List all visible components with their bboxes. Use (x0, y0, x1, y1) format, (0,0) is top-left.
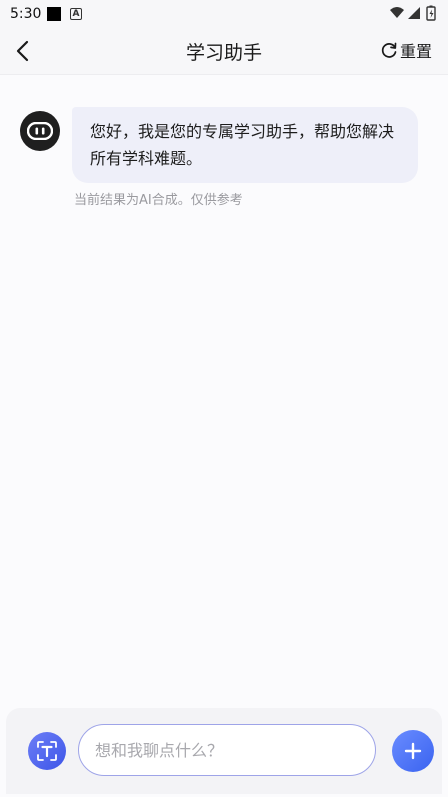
robot-face-icon (27, 122, 53, 140)
input-bar (6, 708, 442, 794)
add-button[interactable] (392, 730, 434, 772)
status-bar: 5:30 A (0, 0, 448, 28)
assistant-avatar (20, 111, 60, 151)
status-time: 5:30 (10, 6, 42, 22)
plus-icon (404, 742, 422, 760)
chat-input[interactable] (78, 724, 376, 776)
ai-disclaimer: 当前结果为AI合成。仅供参考 (74, 193, 243, 208)
notification-square-icon (47, 7, 61, 21)
reset-label: 重置 (399, 42, 432, 61)
refresh-icon (381, 42, 397, 58)
app-header: 学习助手 重置 (0, 28, 448, 75)
status-indicators (388, 4, 440, 24)
notification-a-icon: A (70, 8, 82, 20)
text-scan-icon (37, 741, 57, 761)
signal-icon (408, 7, 420, 19)
reset-button[interactable]: 重置 (380, 38, 432, 62)
status-icons (390, 5, 436, 21)
text-mode-button[interactable] (28, 732, 66, 770)
battery-icon (426, 5, 436, 21)
chat-area: 您好，我是您的专属学习助手，帮助您解决所有学科难题。 当前结果为AI合成。仅供参… (0, 75, 448, 705)
assistant-message-bubble: 您好，我是您的专属学习助手，帮助您解决所有学科难题。 (72, 107, 418, 183)
wifi-icon (390, 7, 404, 18)
